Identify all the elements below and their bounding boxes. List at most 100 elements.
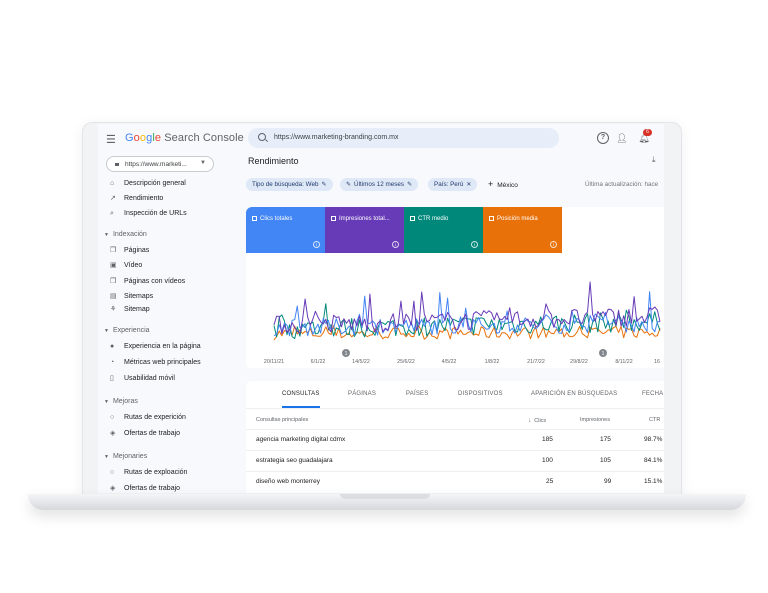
section-title: Experiencia xyxy=(112,327,150,334)
sidebar-item-sitemaps[interactable]: ▤ Sitemaps xyxy=(110,291,153,303)
metric-clicks-tile[interactable]: Clics totales i xyxy=(246,207,325,253)
menu-icon[interactable]: ☰ xyxy=(106,133,116,146)
url-inspect-search-input[interactable]: https://www.marketing-branding.com.mx xyxy=(248,128,559,148)
section-enhancements-2[interactable]: ▼ Mejonaries xyxy=(104,451,147,463)
checkbox-icon xyxy=(410,216,415,221)
info-icon[interactable]: i xyxy=(550,241,557,248)
filter-chip-date[interactable]: ✎ Últimos 12 meses ✎ xyxy=(340,178,419,191)
sidebar-item-jobs-2[interactable]: ◈ Ofertas de trabajo xyxy=(110,483,180,493)
page-experience-icon: ● xyxy=(110,343,115,350)
section-experience[interactable]: ▼ Experiencia xyxy=(104,325,150,337)
cell-query: estrategia seo guadalajara xyxy=(256,457,333,464)
top-bar: ☰ Google Search Console https://www.mark… xyxy=(98,124,664,154)
x-tick-label: 21/7/22 xyxy=(527,359,545,365)
sidebar-item-mobile-usability[interactable]: ▯ Usabilidad móvil xyxy=(110,373,175,385)
sidebar-item-sitemap[interactable]: ⚘ Sitemap xyxy=(110,304,150,316)
close-icon[interactable]: ✕ xyxy=(466,182,471,188)
sidebar-item-pages[interactable]: ❐ Páginas xyxy=(110,245,149,257)
checkbox-icon xyxy=(252,216,257,221)
sidebar-item-label: Inspección de URLs xyxy=(124,210,187,217)
sidebar-item-label: Ofertas de trabajo xyxy=(124,485,181,492)
property-icon xyxy=(115,163,119,166)
cell-clicks: 100 xyxy=(542,457,553,464)
metric-position-tile[interactable]: Posición media i xyxy=(483,207,562,253)
page-title: Rendimiento xyxy=(248,156,299,166)
sidebar-item-label: Métricas web principales xyxy=(124,359,201,366)
cell-clicks: 25 xyxy=(546,478,554,485)
info-icon[interactable]: i xyxy=(471,241,478,248)
video-icon: ▣ xyxy=(110,262,117,269)
sidebar-item-label: Páginas con vídeos xyxy=(124,278,186,285)
tab-date[interactable]: FECHA xyxy=(642,381,663,407)
x-tick-label: 8/11/22 xyxy=(615,359,632,365)
filter-chip-country[interactable]: País: Perú ✕ xyxy=(428,178,478,191)
info-icon[interactable]: i xyxy=(392,241,399,248)
section-indexing[interactable]: ▼ Indexación xyxy=(104,229,147,241)
metric-ctr-tile[interactable]: CTR medio i xyxy=(404,207,483,253)
tab-countries[interactable]: PAÍSES xyxy=(406,381,428,407)
table-row[interactable]: estrategia seo guadalajara 100 105 84.1% xyxy=(246,450,664,470)
tab-search-appearance[interactable]: APARICIÓN EN BÚSQUEDAS xyxy=(531,381,617,407)
cell-ctr: 98.7% xyxy=(644,436,663,443)
brand-letter: e xyxy=(154,132,162,144)
table-row[interactable]: agencia marketing digital cdmx 185 175 9… xyxy=(246,429,664,449)
sidebar-item-web-vitals[interactable]: ◔ Métricas web principales xyxy=(110,357,201,369)
users-settings-icon[interactable]: 👤︎ xyxy=(616,132,628,144)
x-tick-label: 4/5/22 xyxy=(442,359,457,365)
brand-suffix: Search Console xyxy=(164,132,244,144)
sidebar-item-label: Sitemaps xyxy=(124,293,154,300)
x-tick-label: 25/6/22 xyxy=(397,359,415,365)
x-tick-label: 1/8/22 xyxy=(485,359,500,365)
annotation-label: 1 xyxy=(345,351,348,357)
sidebar-item-url-inspection[interactable]: ⌕ Inspección de URLs xyxy=(110,208,187,220)
mobile-icon: ▯ xyxy=(110,375,114,382)
tab-pages[interactable]: PÁGINAS xyxy=(348,381,376,407)
section-title: Indexación xyxy=(112,231,147,238)
table-row[interactable]: diseño web monterrey 25 99 15.1% xyxy=(246,471,664,491)
caret-down-icon: ▼ xyxy=(104,399,109,405)
property-selector[interactable]: https://www.marketi... ▼ xyxy=(106,156,214,172)
stage: ☰ Google Search Console https://www.mark… xyxy=(0,0,768,593)
metric-label: Impresiones total... xyxy=(339,216,390,222)
section-enhancements[interactable]: ▼ Mejoras xyxy=(104,396,138,408)
edit-icon: ✎ xyxy=(346,182,352,188)
jobs-icon: ◈ xyxy=(110,485,116,492)
x-tick-label: 6/1/22 xyxy=(311,359,326,365)
sidebar-item-performance[interactable]: ↗ Rendimiento xyxy=(110,193,163,205)
jobs-icon: ◈ xyxy=(110,430,116,437)
info-icon[interactable]: i xyxy=(313,241,320,248)
sidebar-item-page-experience[interactable]: ● Experiencia en la página xyxy=(110,341,201,353)
metric-impressions-tile[interactable]: Impresiones total... i xyxy=(325,207,404,253)
sidebar-item-label: Experiencia en la página xyxy=(124,343,201,350)
notification-badge: 6 xyxy=(643,129,652,136)
column-header-query[interactable]: Consultas principales xyxy=(256,417,308,423)
tabs-divider xyxy=(246,408,664,409)
download-icon[interactable]: ⤓ xyxy=(652,155,656,165)
app-brand[interactable]: Google Search Console xyxy=(125,132,244,144)
results-table-card: CONSULTAS PÁGINAS PAÍSES DISPOSITIVOS AP… xyxy=(246,381,664,493)
sidebar-item-overview[interactable]: ⌂ Descripción general xyxy=(110,178,186,190)
sidebar-item-routes-2[interactable]: ○ Rutas de exploación xyxy=(110,467,187,479)
sidebar-item-label: Vídeo xyxy=(124,262,143,269)
metric-label: CTR medio xyxy=(418,216,449,222)
last-update-text: Última actualización: hace xyxy=(585,181,659,188)
column-header-impressions[interactable]: Impresiones xyxy=(580,417,610,423)
add-filter-button[interactable]: + México xyxy=(488,178,518,192)
column-header-clicks[interactable]: ↓ Clics xyxy=(528,417,546,424)
filter-chip-search-type[interactable]: Tipo de búsqueda: Web ✎ xyxy=(246,178,333,191)
sidebar-item-video[interactable]: ▣ Vídeo xyxy=(110,260,142,272)
sidebar-item-label: Rutas de experición xyxy=(124,414,186,421)
sidebar-item-label: Descripción general xyxy=(124,180,186,187)
tab-queries[interactable]: CONSULTAS xyxy=(282,381,320,408)
chip-label: Últimos 12 meses xyxy=(354,181,405,188)
sidebar-item-video-pages[interactable]: ❐ Páginas con vídeos xyxy=(110,276,185,288)
sidebar: https://www.marketi... ▼ ⌂ Descripción ge… xyxy=(98,154,238,493)
metric-label: Posición media xyxy=(497,216,538,222)
performance-chart[interactable]: 1 1 20/11/21 6/1/22 14/5/22 25/6/22 4/5/22 1/8/… xyxy=(246,253,664,368)
tab-devices[interactable]: DISPOSITIVOS xyxy=(458,381,503,407)
column-header-ctr[interactable]: CTR xyxy=(649,417,660,423)
section-title: Mejoras xyxy=(112,398,138,405)
sidebar-item-jobs[interactable]: ◈ Ofertas de trabajo xyxy=(110,428,180,440)
help-icon[interactable]: ? xyxy=(597,132,609,144)
sidebar-item-routes[interactable]: ○ Rutas de experición xyxy=(110,412,186,424)
